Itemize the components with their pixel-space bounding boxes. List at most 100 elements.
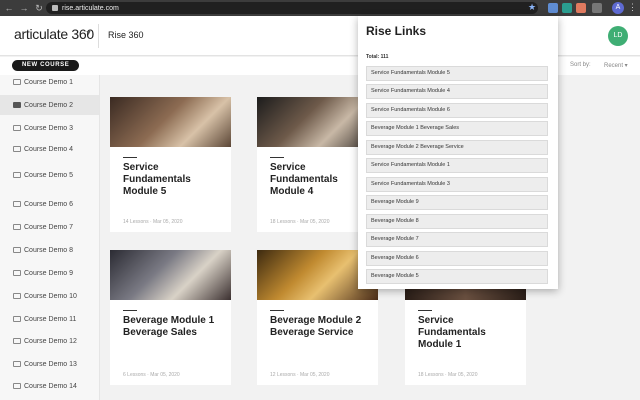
popup-title: Rise Links bbox=[366, 24, 427, 38]
sidebar-item-course-demo-3[interactable]: Course Demo 3 bbox=[0, 118, 99, 138]
course-thumbnail bbox=[110, 97, 231, 147]
browser-profile-avatar[interactable]: A bbox=[612, 2, 624, 14]
sidebar-item-label: Course Demo 1 bbox=[24, 78, 74, 86]
header-divider bbox=[98, 24, 99, 48]
folder-icon bbox=[13, 125, 21, 131]
sidebar-item-label: Course Demo 12 bbox=[24, 337, 77, 345]
course-card[interactable]: Service Fundamentals Module 5 14 Lessons… bbox=[110, 97, 231, 232]
folder-icon bbox=[13, 293, 21, 299]
folder-icon bbox=[13, 146, 21, 152]
course-title: Service Fundamentals Module 4 bbox=[270, 162, 338, 197]
course-thumbnail bbox=[405, 288, 526, 300]
link-item[interactable]: Service Fundamentals Module 5 bbox=[366, 66, 548, 81]
link-item[interactable]: Service Fundamentals Module 3 bbox=[366, 177, 548, 192]
sidebar-item-course-demo-1[interactable]: Course Demo 1 bbox=[0, 75, 99, 92]
link-item[interactable]: Beverage Module 1 Beverage Sales bbox=[366, 121, 548, 136]
course-meta: 14 Lessons · Mar 05, 2020 bbox=[123, 219, 183, 225]
folder-sidebar: Course Demo 1 Course Demo 2 Course Demo … bbox=[0, 75, 100, 400]
link-item[interactable]: Service Fundamentals Module 1 bbox=[366, 158, 548, 173]
card-divider bbox=[123, 157, 137, 158]
folder-icon bbox=[13, 201, 21, 207]
sidebar-item-label: Course Demo 6 bbox=[24, 200, 74, 208]
sidebar-item-course-demo-7[interactable]: Course Demo 7 bbox=[0, 217, 99, 237]
user-avatar[interactable]: LD bbox=[608, 26, 628, 46]
link-item[interactable]: Beverage Module 5 bbox=[366, 269, 548, 284]
chevron-down-icon[interactable]: ▼ bbox=[85, 30, 92, 37]
sidebar-item-label: Course Demo 2 bbox=[24, 101, 74, 109]
reload-icon[interactable]: ↻ bbox=[33, 2, 45, 14]
sort-select[interactable]: Recent ▾ bbox=[604, 62, 628, 69]
course-card[interactable]: Beverage Module 1 Beverage Sales 6 Lesso… bbox=[110, 250, 231, 385]
course-meta: 12 Lessons · Mar 05, 2020 bbox=[270, 372, 330, 378]
extension-icon[interactable] bbox=[592, 3, 602, 13]
sort-label: Sort by: bbox=[570, 62, 591, 68]
link-item[interactable]: Service Fundamentals Module 6 bbox=[366, 103, 548, 118]
sidebar-item-course-demo-5[interactable]: Course Demo 5 bbox=[0, 165, 99, 185]
sidebar-item-course-demo-4[interactable]: Course Demo 4 bbox=[0, 139, 99, 159]
link-item[interactable]: Beverage Module 2 Beverage Service bbox=[366, 140, 548, 155]
sidebar-item-course-demo-12[interactable]: Course Demo 12 bbox=[0, 331, 99, 351]
new-course-button[interactable]: NEW COURSE bbox=[12, 60, 80, 71]
extension-icon[interactable] bbox=[548, 3, 558, 13]
card-divider bbox=[418, 310, 432, 311]
lock-icon bbox=[52, 5, 58, 11]
course-title: Beverage Module 2 Beverage Service bbox=[270, 315, 362, 338]
sidebar-item-course-demo-10[interactable]: Course Demo 10 bbox=[0, 286, 99, 306]
back-icon[interactable]: ← bbox=[3, 2, 15, 14]
course-meta: 18 Lessons · Mar 05, 2020 bbox=[270, 219, 330, 225]
course-meta: 6 Lessons · Mar 05, 2020 bbox=[123, 372, 180, 378]
folder-icon bbox=[13, 247, 21, 253]
sidebar-item-course-demo-11[interactable]: Course Demo 11 bbox=[0, 309, 99, 329]
sidebar-item-course-demo-14[interactable]: Course Demo 14 bbox=[0, 376, 99, 396]
link-item[interactable]: Service Fundamentals Module 4 bbox=[366, 84, 548, 99]
url-text: rise.articulate.com bbox=[62, 4, 119, 12]
folder-icon bbox=[13, 224, 21, 230]
folder-icon bbox=[13, 79, 21, 85]
app-title: Rise 360 bbox=[108, 30, 144, 40]
folder-icon bbox=[13, 338, 21, 344]
bookmark-star-icon[interactable]: ★ bbox=[528, 2, 536, 13]
link-item[interactable]: Beverage Module 6 bbox=[366, 251, 548, 266]
rise-links-popup: Rise Links Total: 111 Service Fundamenta… bbox=[358, 16, 558, 289]
sidebar-item-label: Course Demo 9 bbox=[24, 269, 74, 277]
sidebar-item-label: Course Demo 11 bbox=[24, 315, 77, 323]
course-title: Service Fundamentals Module 1 bbox=[418, 315, 486, 350]
address-bar[interactable]: rise.articulate.com bbox=[46, 2, 538, 14]
articulate-logo[interactable]: articulate 360 bbox=[14, 26, 94, 42]
sidebar-item-course-demo-6[interactable]: Course Demo 6 bbox=[0, 194, 99, 214]
sidebar-item-label: Course Demo 3 bbox=[24, 124, 74, 132]
forward-icon[interactable]: → bbox=[18, 2, 30, 14]
folder-icon bbox=[13, 172, 21, 178]
sidebar-item-course-demo-13[interactable]: Course Demo 13 bbox=[0, 354, 99, 374]
sidebar-item-label: Course Demo 7 bbox=[24, 223, 74, 231]
folder-icon bbox=[13, 270, 21, 276]
sidebar-item-label: Course Demo 13 bbox=[24, 360, 77, 368]
course-title: Service Fundamentals Module 5 bbox=[123, 162, 191, 197]
folder-icon bbox=[13, 102, 21, 108]
card-divider bbox=[270, 310, 284, 311]
course-thumbnail bbox=[110, 250, 231, 300]
course-meta: 18 Lessons · Mar 05, 2020 bbox=[418, 372, 478, 378]
sidebar-item-label: Course Demo 10 bbox=[24, 292, 77, 300]
links-total: Total: 111 bbox=[366, 54, 389, 60]
sidebar-item-course-demo-9[interactable]: Course Demo 9 bbox=[0, 263, 99, 283]
folder-icon bbox=[13, 383, 21, 389]
sidebar-item-label: Course Demo 5 bbox=[24, 171, 74, 179]
folder-icon bbox=[13, 361, 21, 367]
sidebar-item-course-demo-8[interactable]: Course Demo 8 bbox=[0, 240, 99, 260]
link-item[interactable]: Beverage Module 9 bbox=[366, 195, 548, 210]
sidebar-item-course-demo-2[interactable]: Course Demo 2 bbox=[0, 95, 99, 115]
extension-icon[interactable] bbox=[576, 3, 586, 13]
course-title: Beverage Module 1 Beverage Sales bbox=[123, 315, 215, 338]
card-divider bbox=[270, 157, 284, 158]
course-card[interactable]: Service Fundamentals Module 1 18 Lessons… bbox=[405, 288, 526, 385]
sidebar-item-label: Course Demo 8 bbox=[24, 246, 74, 254]
link-item[interactable]: Beverage Module 7 bbox=[366, 232, 548, 247]
sidebar-item-label: Course Demo 14 bbox=[24, 382, 77, 390]
browser-menu-icon[interactable]: ⋮ bbox=[628, 2, 637, 13]
sidebar-item-label: Course Demo 4 bbox=[24, 145, 74, 153]
link-item[interactable]: Beverage Module 8 bbox=[366, 214, 548, 229]
card-divider bbox=[123, 310, 137, 311]
folder-icon bbox=[13, 316, 21, 322]
extension-icon[interactable] bbox=[562, 3, 572, 13]
